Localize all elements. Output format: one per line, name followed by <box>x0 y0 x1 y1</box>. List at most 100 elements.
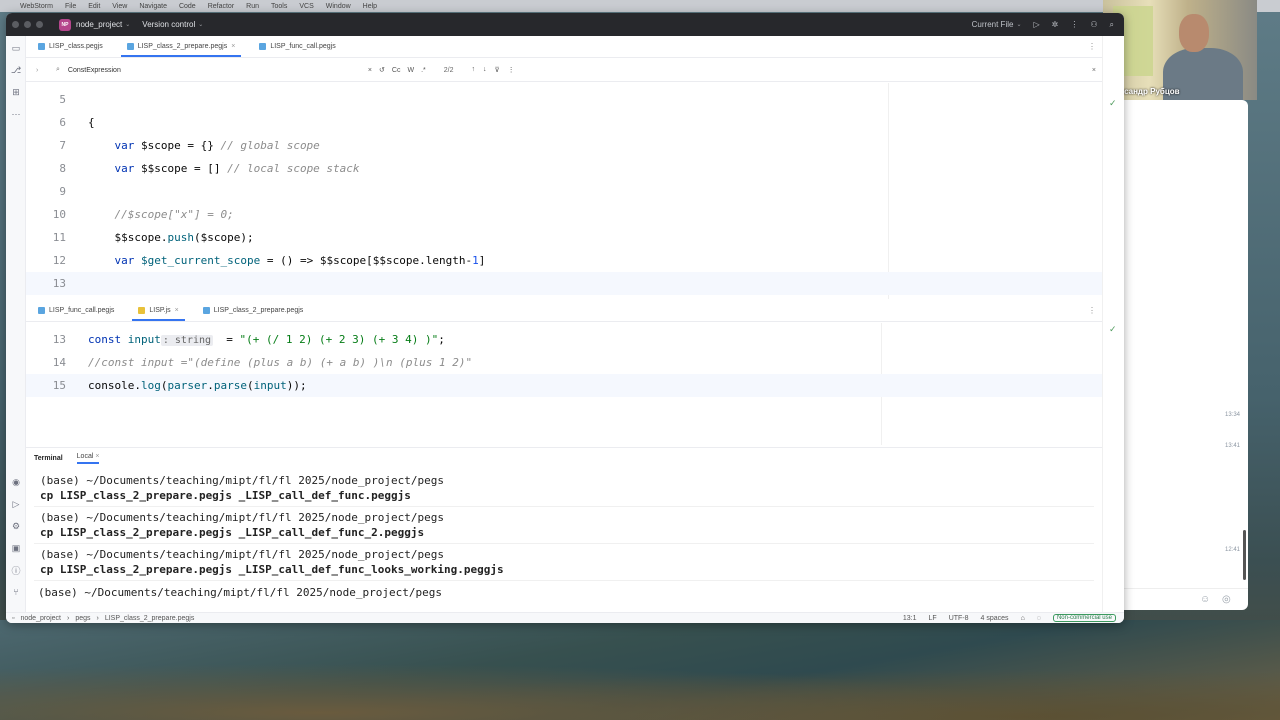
caret-position[interactable]: 13:1 <box>903 615 917 622</box>
line-number[interactable]: 7 <box>26 139 66 152</box>
menubar-app-name[interactable]: WebStorm <box>20 3 53 10</box>
line-number[interactable]: 5 <box>26 93 66 106</box>
user-icon[interactable]: ⚇ <box>1090 20 1097 29</box>
lock-icon[interactable]: ⌂ <box>1021 615 1025 622</box>
menu-vcs[interactable]: VCS <box>299 3 313 10</box>
breadcrumb-project[interactable]: node_project <box>20 615 60 622</box>
code-line[interactable]: 10 //$scope["x"] = 0; <box>26 203 1102 226</box>
find-input[interactable]: ConstExpression <box>68 67 368 74</box>
regex-toggle[interactable]: .* <box>421 67 426 74</box>
line-number[interactable]: 6 <box>26 116 66 129</box>
run-tool-icon[interactable]: ▷ <box>10 498 22 510</box>
services-icon[interactable]: ◉ <box>10 476 22 488</box>
menu-file[interactable]: File <box>65 3 76 10</box>
expand-replace-icon[interactable]: › <box>36 67 38 74</box>
line-number[interactable]: 9 <box>26 185 66 198</box>
clear-icon[interactable]: × <box>368 67 372 74</box>
more-actions-icon[interactable]: ⋮ <box>1070 20 1078 29</box>
code-line[interactable]: 8 var $$scope = [] // local scope stack <box>26 157 1102 180</box>
bottom-code-editor[interactable]: 13 const input: string = "(+ (/ 1 2) (+ 2… <box>26 323 1102 445</box>
previous-match-icon[interactable]: ↑ <box>471 66 475 74</box>
menu-edit[interactable]: Edit <box>88 3 100 10</box>
breadcrumb-file[interactable]: LISP_class_2_prepare.pegjs <box>105 615 195 622</box>
close-icon[interactable]: × <box>95 453 99 460</box>
next-match-icon[interactable]: ↓ <box>483 66 487 74</box>
license-badge[interactable]: Non-commercial use <box>1052 614 1116 622</box>
vcs-tool-icon[interactable]: ⑂ <box>10 586 22 598</box>
close-window-button[interactable] <box>12 21 19 28</box>
notifications-icon[interactable]: ◌ <box>1037 615 1041 622</box>
code-line[interactable]: 5 <box>26 88 1102 111</box>
close-icon[interactable]: × <box>175 307 179 314</box>
search-icon[interactable]: ⌕ <box>1110 20 1114 30</box>
line-number[interactable]: 13 <box>26 277 66 290</box>
indent-setting[interactable]: 4 spaces <box>981 615 1009 622</box>
code-line[interactable]: 13 const input: string = "(+ (/ 1 2) (+ 2… <box>26 328 1102 351</box>
terminal-icon[interactable]: ▣ <box>10 542 22 554</box>
menu-help[interactable]: Help <box>363 3 377 10</box>
line-number[interactable]: 8 <box>26 162 66 175</box>
whole-word-toggle[interactable]: W <box>407 67 414 74</box>
folder-icon[interactable]: ▭ <box>10 42 22 54</box>
tab-lisp-js[interactable]: LISP.js × <box>126 299 190 321</box>
more-tabs-icon[interactable]: ⋮ <box>1088 306 1096 315</box>
code-line[interactable]: 7 var $scope = {} // global scope <box>26 134 1102 157</box>
emoji-icon[interactable]: ☺ <box>1200 594 1210 605</box>
match-case-toggle[interactable]: Cc <box>392 67 401 74</box>
line-separator[interactable]: LF <box>929 615 937 622</box>
tab-lisp-class-2-prepare[interactable]: LISP_class_2_prepare.pegjs × <box>115 35 248 57</box>
menu-code[interactable]: Code <box>179 3 196 10</box>
run-icon[interactable]: ▷ <box>1033 20 1039 29</box>
vcs-selector[interactable]: Version control ⌄ <box>142 20 203 29</box>
code-line[interactable]: 14 //const input ="(define (plus a b) (+ … <box>26 351 1102 374</box>
menu-refactor[interactable]: Refactor <box>208 3 234 10</box>
more-tabs-icon[interactable]: ⋮ <box>1088 42 1096 51</box>
top-code-editor[interactable]: 5 6{7 var $scope = {} // global scope 8 va… <box>26 83 1102 299</box>
settings-icon[interactable]: ⚙ <box>10 520 22 532</box>
file-encoding[interactable]: UTF-8 <box>949 615 969 622</box>
code-line[interactable]: 15 console.log(parser.parse(input)); <box>26 374 1102 397</box>
menu-tools[interactable]: Tools <box>271 3 287 10</box>
chat-input-area[interactable]: ☺ ◎ <box>1124 588 1248 610</box>
code-line[interactable]: 9 <box>26 180 1102 203</box>
tab-lisp-func-call[interactable]: LISP_func_call.pegjs <box>26 299 126 321</box>
tab-lisp-class[interactable]: LISP_class.pegjs <box>26 35 115 57</box>
terminal-panel[interactable]: Terminal Local × (base) ~/Documents/teac… <box>26 447 1102 613</box>
line-number[interactable]: 15 <box>26 379 66 392</box>
zoom-window-button[interactable] <box>36 21 43 28</box>
menu-view[interactable]: View <box>112 3 127 10</box>
code-line[interactable]: 12 var $get_current_scope = () => $$scop… <box>26 249 1102 272</box>
more-tools-icon[interactable]: ⋯ <box>10 108 22 120</box>
structure-icon[interactable]: ⊞ <box>10 86 22 98</box>
line-number[interactable]: 10 <box>26 208 66 221</box>
menu-run[interactable]: Run <box>246 3 259 10</box>
code-line[interactable]: 11 $$scope.push($scope); <box>26 226 1102 249</box>
breadcrumb-separator: › <box>66 614 70 622</box>
chat-scrollbar[interactable] <box>1243 530 1246 580</box>
project-selector[interactable]: node_project ⌄ <box>76 20 130 29</box>
code-line[interactable]: 6{ <box>26 111 1102 134</box>
menu-window[interactable]: Window <box>326 3 351 10</box>
history-icon[interactable]: ↺ <box>379 66 385 74</box>
close-find-icon[interactable]: × <box>1092 67 1096 74</box>
git-icon[interactable]: ⎇ <box>10 64 22 76</box>
more-icon[interactable]: ⋮ <box>508 66 515 74</box>
filter-icon[interactable]: ⊽ <box>494 66 499 74</box>
line-number[interactable]: 11 <box>26 231 66 244</box>
problems-icon[interactable]: ⓘ <box>10 564 22 576</box>
code-line[interactable]: 13 <box>26 272 1102 295</box>
debug-icon[interactable]: ✲ <box>1052 20 1059 29</box>
terminal-prompt[interactable]: (base) ~/Documents/teaching/mipt/fl/fl 2… <box>38 586 442 599</box>
line-number[interactable]: 14 <box>26 356 66 369</box>
line-number[interactable]: 12 <box>26 254 66 267</box>
minimize-window-button[interactable] <box>24 21 31 28</box>
tab-lisp-class-2-prepare[interactable]: LISP_class_2_prepare.pegjs <box>191 299 316 321</box>
line-number[interactable]: 13 <box>26 333 66 346</box>
breadcrumb-folder[interactable]: pegs <box>75 615 90 622</box>
close-icon[interactable]: × <box>231 43 235 50</box>
camera-icon[interactable]: ◎ <box>1222 594 1231 605</box>
menu-navigate[interactable]: Navigate <box>139 3 167 10</box>
run-config-selector[interactable]: Current File ⌄ <box>972 20 1022 29</box>
tab-lisp-func-call[interactable]: LISP_func_call.pegjs <box>247 35 347 57</box>
terminal-tab-local[interactable]: Local × <box>76 453 100 464</box>
